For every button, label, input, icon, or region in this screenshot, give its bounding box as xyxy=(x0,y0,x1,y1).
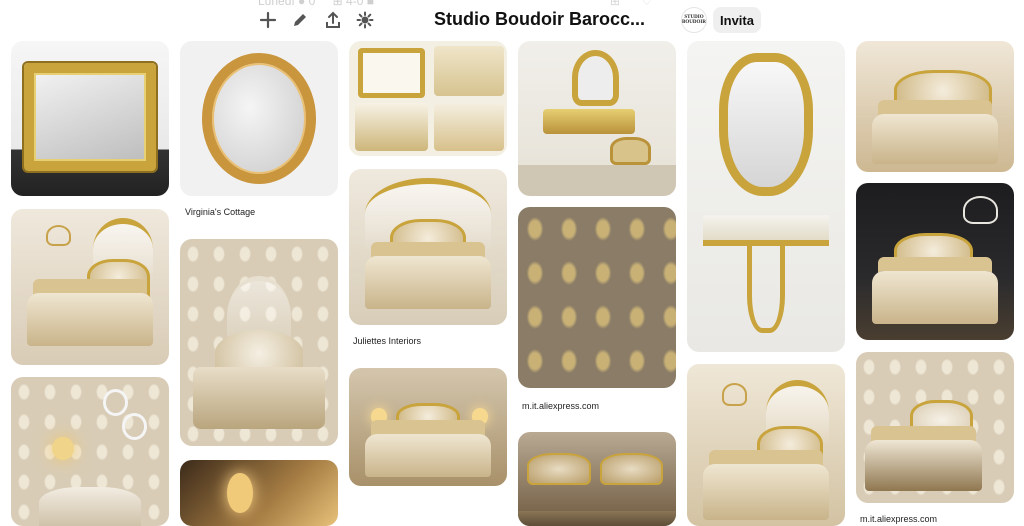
gold-keys-image xyxy=(434,103,504,152)
pin-caption[interactable]: m.it.aliexpress.com xyxy=(522,401,599,411)
pin-gold-fireplace-room[interactable] xyxy=(180,460,338,526)
pin-oval-gold-mirror[interactable] xyxy=(180,41,338,196)
avatar-logo-text: STUDIO BOUDOIR xyxy=(682,15,706,25)
gold-mirror-image xyxy=(23,62,157,172)
oval-mirror-image xyxy=(202,53,316,184)
pin-gold-wedding-collage[interactable] xyxy=(349,41,507,156)
lamp-right xyxy=(472,408,489,425)
bed-image xyxy=(871,114,999,165)
gold-frame-image xyxy=(358,47,425,99)
pin-bed-black-wall[interactable] xyxy=(856,183,1014,340)
bed-image xyxy=(192,367,326,430)
pin-caption[interactable]: Virginia's Cottage xyxy=(185,207,255,217)
faded-right-1: ⊞ xyxy=(610,0,621,8)
headboard-image xyxy=(39,487,141,526)
rococo-mirror-image xyxy=(718,53,814,197)
chandelier-image xyxy=(45,224,72,247)
pin-caption[interactable]: Juliettes Interiors xyxy=(353,336,421,346)
floor-image xyxy=(518,510,676,526)
board-title: Studio Boudoir Barocc... xyxy=(434,9,646,29)
organize-icon[interactable] xyxy=(354,9,376,31)
pin-caption[interactable]: m.it.aliexpress.com xyxy=(860,514,937,524)
pin-wallpaper-bedroom-shell[interactable] xyxy=(180,239,338,446)
crystal-chandelier-image xyxy=(963,195,999,224)
vanity-mirror-image xyxy=(571,50,620,107)
faded-right-text: ⊞ ♡ xyxy=(610,0,670,8)
console-leg-image xyxy=(747,240,785,334)
round-mirror-2 xyxy=(121,412,147,440)
faded-text-2: ⊞ 4-0 ■ xyxy=(332,0,374,8)
pin-cream-bedroom[interactable] xyxy=(856,352,1014,503)
faded-right-2: ♡ xyxy=(641,0,653,8)
place-card-image xyxy=(355,103,428,152)
wall-lamp-glow xyxy=(52,436,75,461)
pin-gold-vanity[interactable] xyxy=(518,41,676,196)
pin-rococo-mirror-console[interactable] xyxy=(687,41,845,352)
gold-favors-image xyxy=(434,45,504,97)
pin-bedroom-crown-canopy[interactable] xyxy=(687,364,845,526)
pin-gold-rect-mirror[interactable] xyxy=(11,41,169,196)
faded-text-1: Lunedì ● 0 xyxy=(258,0,316,8)
board-header: Lunedì ● 0 ⊞ 4-0 ■ Studio Boudoir Barocc… xyxy=(0,0,1024,40)
pencil-icon[interactable] xyxy=(289,9,311,31)
vanity-stool-image xyxy=(609,137,651,165)
lamp-left xyxy=(371,408,387,425)
bed-image xyxy=(364,256,492,310)
headboard-right xyxy=(600,452,664,485)
tufted-headboard-image xyxy=(893,69,992,120)
invite-button[interactable]: Invita xyxy=(713,7,761,33)
lamp-glow xyxy=(227,473,253,513)
board-owner-avatar[interactable]: STUDIO BOUDOIR xyxy=(681,7,707,33)
share-icon[interactable] xyxy=(322,9,344,31)
pin-gold-bedroom-lamps[interactable] xyxy=(349,368,507,486)
faded-toolbar-text: Lunedì ● 0 ⊞ 4-0 ■ xyxy=(258,0,388,8)
headboard-image xyxy=(909,400,973,440)
bed-image xyxy=(871,270,999,325)
pin-bed-chandelier-ivory[interactable] xyxy=(11,209,169,365)
pin-bed-canopy-white[interactable] xyxy=(349,169,507,325)
headboard-image xyxy=(396,403,460,437)
pin-tufted-bed-gold[interactable] xyxy=(856,41,1014,172)
pin-gold-damask-wallpaper[interactable] xyxy=(518,207,676,388)
bed-image xyxy=(702,464,830,520)
vanity-table-image xyxy=(543,109,635,134)
bed-image xyxy=(364,434,492,477)
add-icon[interactable] xyxy=(257,9,279,31)
round-mirror-1 xyxy=(102,388,128,416)
pin-wallpaper-mirrors-wall[interactable] xyxy=(11,377,169,526)
bed-image xyxy=(26,293,154,347)
bed-image xyxy=(865,439,983,491)
chandelier-image xyxy=(721,383,748,407)
pin-twin-beds-gold[interactable] xyxy=(518,432,676,526)
headboard-left xyxy=(527,452,591,485)
